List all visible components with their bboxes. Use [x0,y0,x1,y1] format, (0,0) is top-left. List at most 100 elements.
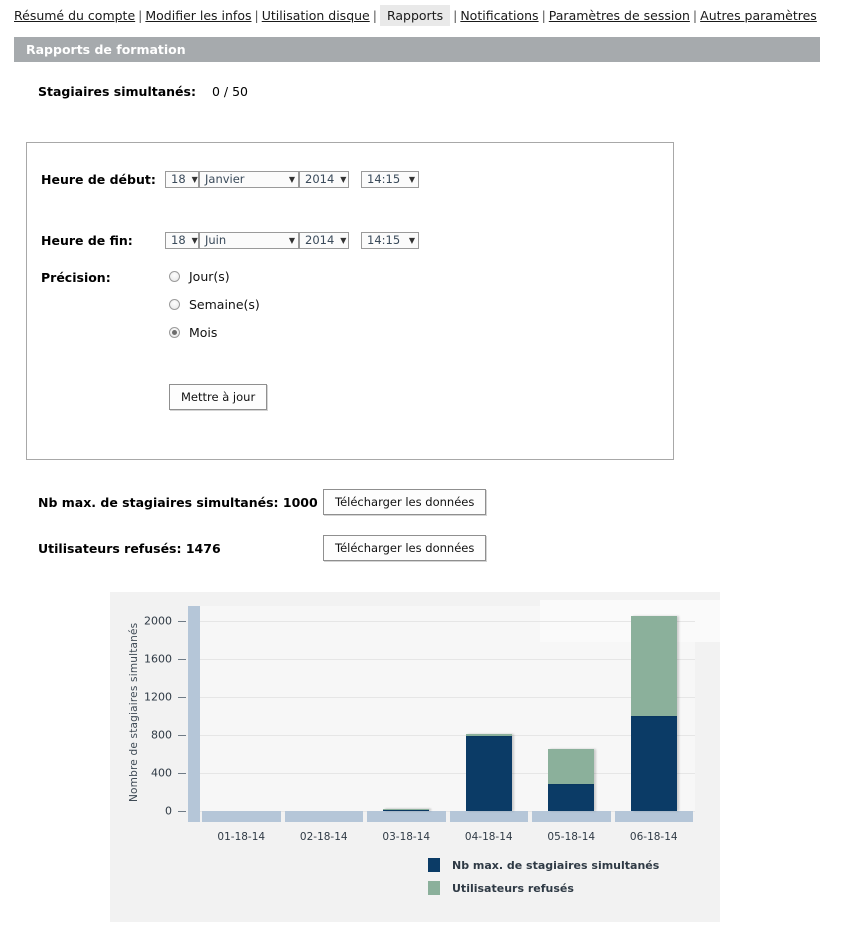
chevron-down-icon: ▼ [191,236,198,245]
concurrent-trainees-label: Stagiaires simultanés: [38,84,196,99]
end-day-select[interactable]: 18 ▼ [165,232,199,249]
precision-option-1[interactable]: Jour(s) [169,269,260,284]
end-time-label: Heure de fin: [41,233,133,248]
y-tick-mark [178,697,186,699]
bar-segment[interactable] [465,736,512,811]
start-time-select[interactable]: 14:15 ▼ [361,171,419,188]
chevron-down-icon: ▼ [191,175,198,184]
radio-icon[interactable] [169,327,180,338]
y-tick-label: 2000 [144,614,172,628]
start-time-label: Heure de début: [41,172,156,187]
update-button[interactable]: Mettre à jour [169,384,268,410]
y-tick-mark [178,735,186,737]
download-refused-users-button[interactable]: Télécharger les données [323,535,487,561]
download-max-concurrent-button[interactable]: Télécharger les données [323,489,487,515]
end-day-value: 18 [171,233,186,247]
y-gridline [200,621,695,623]
precision-option-label: Jour(s) [189,269,230,284]
precision-option-label: Mois [189,325,218,340]
y-tick-label: 1600 [144,652,172,666]
legend-swatch [428,881,440,895]
start-time-row: Heure de début: 18 ▼ Janvier ▼ 2014 ▼ 14… [41,171,419,188]
x-tick-label: 06-18-14 [629,831,678,843]
update-button-wrap: Mettre à jour [169,384,268,410]
x-axis-band [367,811,446,822]
bar-segment[interactable] [630,716,677,811]
nav-separator: | [372,8,377,23]
bar-segment[interactable] [548,783,595,811]
refused-users-download-row: Utilisateurs refusés: 1476 Télécharger l… [38,535,487,561]
start-year-value: 2014 [305,172,335,186]
legend-item-2[interactable]: Utilisateurs refusés [428,881,659,895]
nav-separator: | [692,8,698,23]
chevron-down-icon: ▼ [288,175,295,184]
precision-option-2[interactable]: Semaine(s) [169,297,260,312]
page-title: Rapports de formation [14,37,820,62]
nav-separator: | [138,8,143,23]
usage-bar-chart: Nombre de stagiaires simultanés 0 400 800 1… [110,592,720,922]
x-axis-band [532,811,611,822]
end-year-value: 2014 [305,233,335,247]
start-month-select[interactable]: Janvier ▼ [199,171,299,188]
y-tick-mark [178,659,186,661]
y-gridline [200,773,695,775]
report-filter-panel: Heure de début: 18 ▼ Janvier ▼ 2014 ▼ 14… [26,142,674,460]
start-year-select[interactable]: 2014 ▼ [299,171,349,188]
concurrent-trainees-value: 0 / 50 [211,84,248,99]
precision-option-label: Semaine(s) [189,297,260,312]
y-tick-mark [178,773,186,775]
nav-item-5[interactable]: Notifications [460,8,538,23]
start-time-value: 14:15 [367,172,401,186]
radio-icon[interactable] [169,299,180,310]
end-time-value: 14:15 [367,233,401,247]
legend-item-1[interactable]: Nb max. de stagiaires simultanés [428,858,659,872]
nav-separator: | [453,8,458,23]
start-day-select[interactable]: 18 ▼ [165,171,199,188]
main-navigation: Résumé du compte | Modifier les infos | Util… [0,0,867,30]
precision-option-3[interactable]: Mois [169,325,260,340]
y-tick-mark [178,621,186,623]
end-month-select[interactable]: Juin ▼ [199,232,299,249]
chart-legend: Nb max. de stagiaires simultanés Utilisat… [428,858,659,904]
y-tick-label: 1200 [144,690,172,704]
nav-item-3[interactable]: Utilisation disque [262,8,370,23]
precision-label-wrap: Précision: [41,270,111,285]
x-axis-band [284,811,363,822]
y-gridline [200,659,695,661]
max-concurrent-download-row: Nb max. de stagiaires simultanés: 1000 T… [38,489,487,515]
bar-segment[interactable] [465,733,512,736]
x-tick-label: 04-18-14 [464,831,513,843]
x-tick-label: 02-18-14 [299,831,348,843]
nav-item-2[interactable]: Modifier les infos [145,8,251,23]
end-time-row: Heure de fin: 18 ▼ Juin ▼ 2014 ▼ 14:15 ▼ [41,232,419,249]
x-axis-band [202,811,281,822]
nav-item-7[interactable]: Autres paramètres [700,8,817,23]
refused-users-label: Utilisateurs refusés: 1476 [38,540,221,556]
y-axis-band [188,606,200,822]
legend-swatch [428,858,440,872]
end-month-value: Juin [205,233,227,247]
chevron-down-icon: ▼ [408,236,415,245]
y-tick-mark [178,811,186,812]
nav-item-6[interactable]: Paramètres de session [549,8,690,23]
x-axis-band [614,811,693,822]
x-axis-band [449,811,528,822]
bar-segment[interactable] [630,616,677,717]
radio-icon[interactable] [169,271,180,282]
nav-item-4: Rapports [379,5,451,26]
legend-label: Utilisateurs refusés [452,881,574,895]
chevron-down-icon: ▼ [408,175,415,184]
nav-item-1[interactable]: Résumé du compte [14,8,135,23]
bar-segment[interactable] [548,749,595,784]
end-time-select[interactable]: 14:15 ▼ [361,232,419,249]
max-concurrent-label: Nb max. de stagiaires simultanés: 1000 [38,494,318,510]
nav-separator: | [254,8,259,23]
y-tick-label: 0 [165,804,172,818]
start-day-value: 18 [171,172,186,186]
concurrent-trainees-stat: Stagiaires simultanés: 0 / 50 [38,84,248,99]
y-gridline [200,735,695,737]
end-year-select[interactable]: 2014 ▼ [299,232,349,249]
precision-radio-group: Jour(s) Semaine(s) Mois [169,269,260,353]
y-tick-label: 800 [151,728,172,742]
bar-segment[interactable] [383,808,430,810]
